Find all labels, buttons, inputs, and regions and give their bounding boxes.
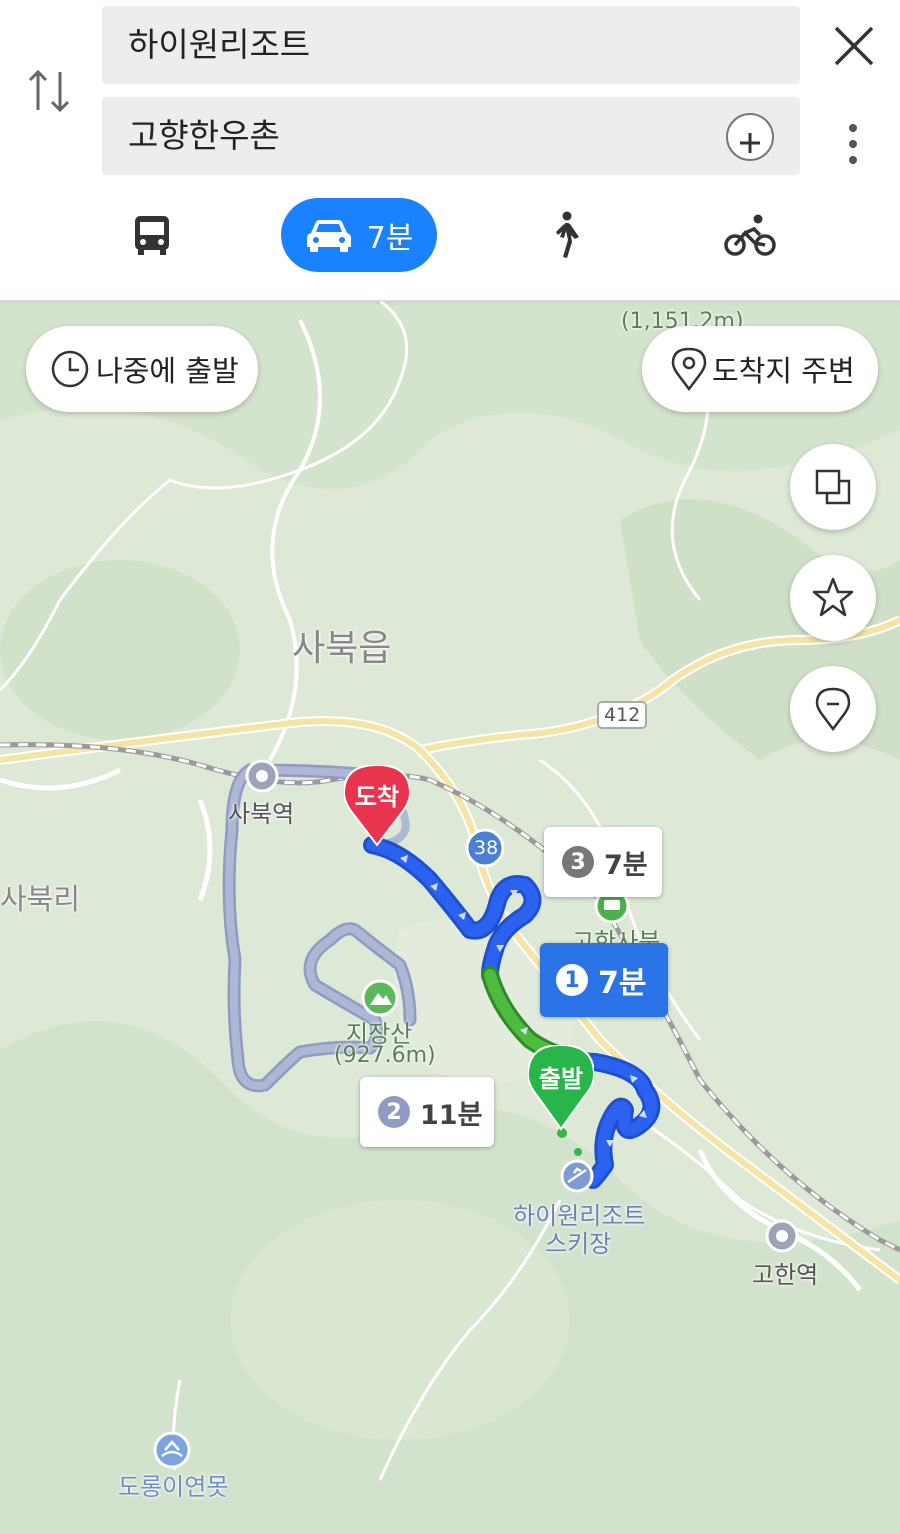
layers-icon xyxy=(815,469,851,505)
tab-walk[interactable] xyxy=(546,198,586,272)
near-destination-label: 도착지 주변 xyxy=(712,354,855,388)
near-destination-button[interactable]: 도착지 주변 xyxy=(642,326,878,412)
route-3-label[interactable]: 3 7분 xyxy=(544,827,662,897)
departure-marker[interactable]: 출발 xyxy=(528,1045,594,1131)
arrival-marker[interactable]: 도착 xyxy=(344,765,410,847)
depart-later-label: 나중에 출발 xyxy=(96,354,239,388)
route-1-index: 1 xyxy=(556,964,588,996)
favorite-button[interactable] xyxy=(790,555,876,641)
route-search-panel: 하이원리조트 고향한우촌 7분 xyxy=(0,0,900,301)
bus-icon xyxy=(135,216,169,255)
departure-text: 출발 xyxy=(538,1065,584,1093)
route-3-index: 3 xyxy=(562,846,594,878)
label-station-sabuk: 사북역 xyxy=(228,800,295,828)
bicycle-icon xyxy=(724,214,776,256)
car-time: 7분 xyxy=(366,221,414,256)
depart-later-button[interactable]: 나중에 출발 xyxy=(26,326,258,412)
route-2-time: 11분 xyxy=(420,1099,483,1131)
destination-text: 고향한우촌 xyxy=(128,116,280,155)
tab-transit[interactable] xyxy=(122,198,182,272)
star-icon xyxy=(812,577,854,617)
map-canvas xyxy=(0,301,900,1534)
clock-icon xyxy=(51,350,89,388)
add-place-button[interactable] xyxy=(790,666,876,752)
label-resort-line2: 스키장 xyxy=(545,1230,612,1258)
label-mountain-height: (927.6m) xyxy=(334,1043,436,1068)
add-waypoint-button[interactable] xyxy=(726,113,774,161)
map-view[interactable]: (1,151.2m) 사북읍 사북리 사북역 고한역 지장산 (927.6m) … xyxy=(0,301,900,1534)
close-icon[interactable] xyxy=(832,24,876,68)
route-1-label[interactable]: 1 7분 xyxy=(540,943,668,1017)
label-town: 사북읍 xyxy=(292,628,392,669)
road-412-label: 412 xyxy=(604,704,641,726)
walk-icon xyxy=(556,211,579,258)
label-station-gohan: 고한역 xyxy=(752,1261,819,1289)
tab-bike[interactable] xyxy=(722,198,778,272)
label-village: 사북리 xyxy=(0,882,81,916)
route-3-time: 7분 xyxy=(604,849,648,881)
layers-button[interactable] xyxy=(790,444,876,530)
arrival-text: 도착 xyxy=(354,783,400,811)
plus-icon xyxy=(740,133,760,153)
swap-icon[interactable] xyxy=(26,64,72,118)
destination-input[interactable]: 고향한우촌 xyxy=(102,97,800,175)
label-pond: 도롱이연못 xyxy=(118,1473,229,1501)
car-icon xyxy=(306,220,351,252)
location-pin-icon xyxy=(671,347,707,391)
road-38-label: 38 xyxy=(474,837,499,859)
route-2-label[interactable]: 2 11분 xyxy=(360,1077,494,1147)
tab-car[interactable]: 7분 xyxy=(281,198,437,272)
route-2-index: 2 xyxy=(378,1096,410,1128)
origin-input[interactable]: 하이원리조트 xyxy=(102,6,800,84)
more-options-icon[interactable] xyxy=(838,120,868,168)
origin-text: 하이원리조트 xyxy=(128,25,311,64)
pin-minus-icon xyxy=(815,687,851,732)
route-1-time: 7분 xyxy=(598,966,647,1001)
